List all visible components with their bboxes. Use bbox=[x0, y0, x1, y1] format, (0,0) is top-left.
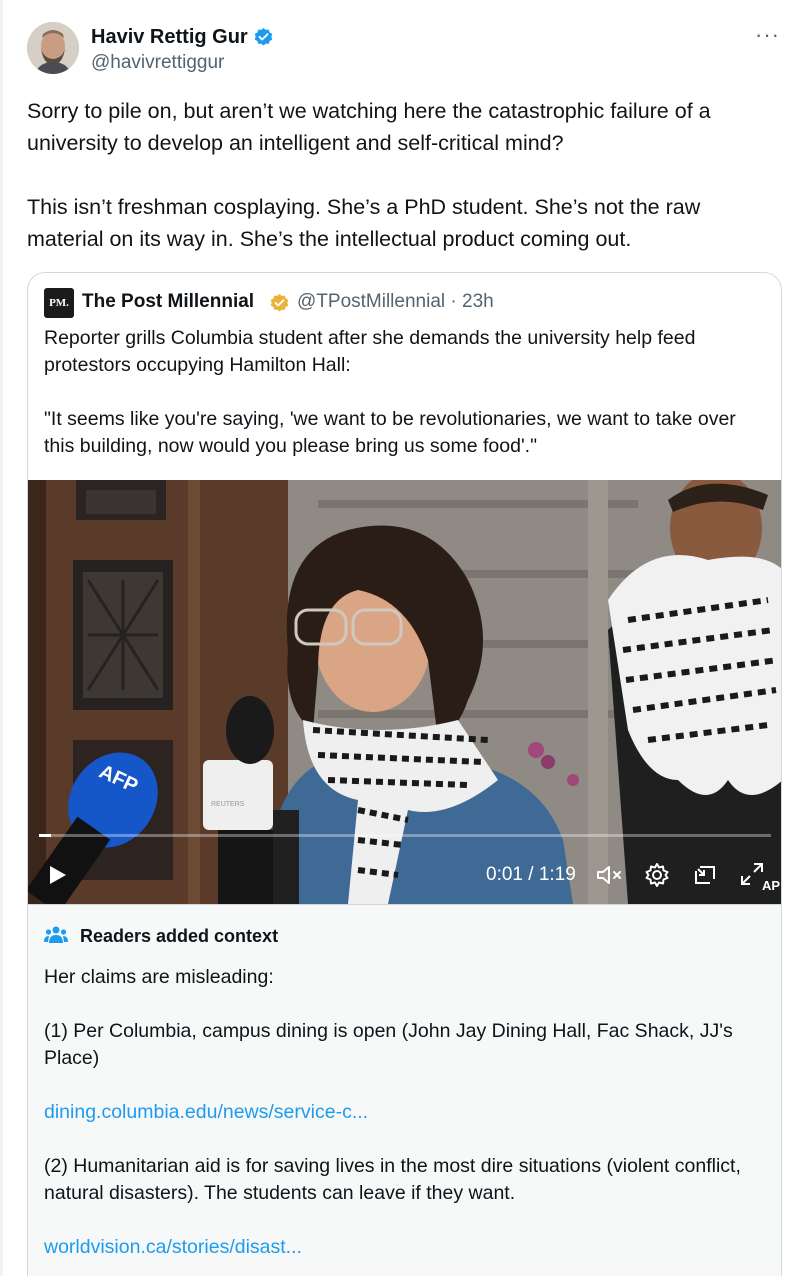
tweet-paragraph: Sorry to pile on, but aren’t we watching… bbox=[27, 99, 711, 155]
fullscreen-icon[interactable] bbox=[739, 861, 765, 887]
more-icon[interactable]: ··· bbox=[755, 22, 780, 48]
video-progress-fill bbox=[39, 834, 51, 837]
note-link-2[interactable]: worldvision.ca/stories/disast... bbox=[44, 1236, 302, 1258]
quoted-avatar[interactable]: PM. bbox=[44, 288, 74, 318]
quoted-author-name[interactable]: The Post Millennial bbox=[82, 290, 254, 314]
reuters-mic-label: REUTERS bbox=[211, 801, 245, 808]
readers-context-panel: Readers added context Her claims are mis… bbox=[28, 904, 781, 1276]
video-frame: AFP REUTERS AP bbox=[28, 480, 781, 904]
gold-verified-icon bbox=[270, 293, 289, 312]
quoted-paragraph: Reporter grills Columbia student after s… bbox=[44, 327, 696, 376]
timeline-rule bbox=[0, 0, 3, 1276]
author-handle[interactable]: @havivrettiggur bbox=[91, 51, 224, 75]
readers-context-title: Readers added context bbox=[80, 926, 279, 946]
mute-icon[interactable] bbox=[595, 863, 623, 887]
note-point-2: (2) Humanitarian aid is for saving lives… bbox=[44, 1155, 741, 1204]
play-icon[interactable] bbox=[45, 863, 69, 887]
readers-icon bbox=[44, 926, 68, 943]
pip-icon[interactable] bbox=[692, 863, 718, 887]
author-avatar[interactable] bbox=[27, 22, 79, 74]
video-player[interactable]: AFP REUTERS AP 0:01 / 1:19 bbox=[28, 480, 781, 904]
note-link-1[interactable]: dining.columbia.edu/news/service-c... bbox=[44, 1101, 368, 1123]
readers-context-body: Her claims are misleading: (1) Per Colum… bbox=[44, 964, 764, 1276]
quoted-handle-time[interactable]: @TPostMillennial · 23h bbox=[297, 290, 494, 314]
verified-icon bbox=[254, 27, 273, 46]
quoted-text: Reporter grills Columbia student after s… bbox=[44, 325, 764, 487]
tweet-page: Haviv Rettig Gur @havivrettiggur ··· Sor… bbox=[0, 0, 798, 1276]
quoted-paragraph: "It seems like you're saying, 'we want t… bbox=[44, 408, 736, 457]
tweet-text: Sorry to pile on, but aren’t we watching… bbox=[27, 95, 777, 287]
note-point-1: (1) Per Columbia, campus dining is open … bbox=[44, 1020, 733, 1069]
video-time: 0:01 / 1:19 bbox=[486, 864, 576, 885]
quoted-tweet[interactable]: PM. The Post Millennial @TPostMillennial… bbox=[27, 272, 782, 1276]
tweet-paragraph: This isn’t freshman cosplaying. She’s a … bbox=[27, 195, 701, 251]
video-progress-bar[interactable] bbox=[39, 834, 771, 837]
author-name[interactable]: Haviv Rettig Gur bbox=[91, 24, 248, 50]
settings-icon[interactable] bbox=[644, 862, 670, 888]
note-intro: Her claims are misleading: bbox=[44, 966, 274, 988]
